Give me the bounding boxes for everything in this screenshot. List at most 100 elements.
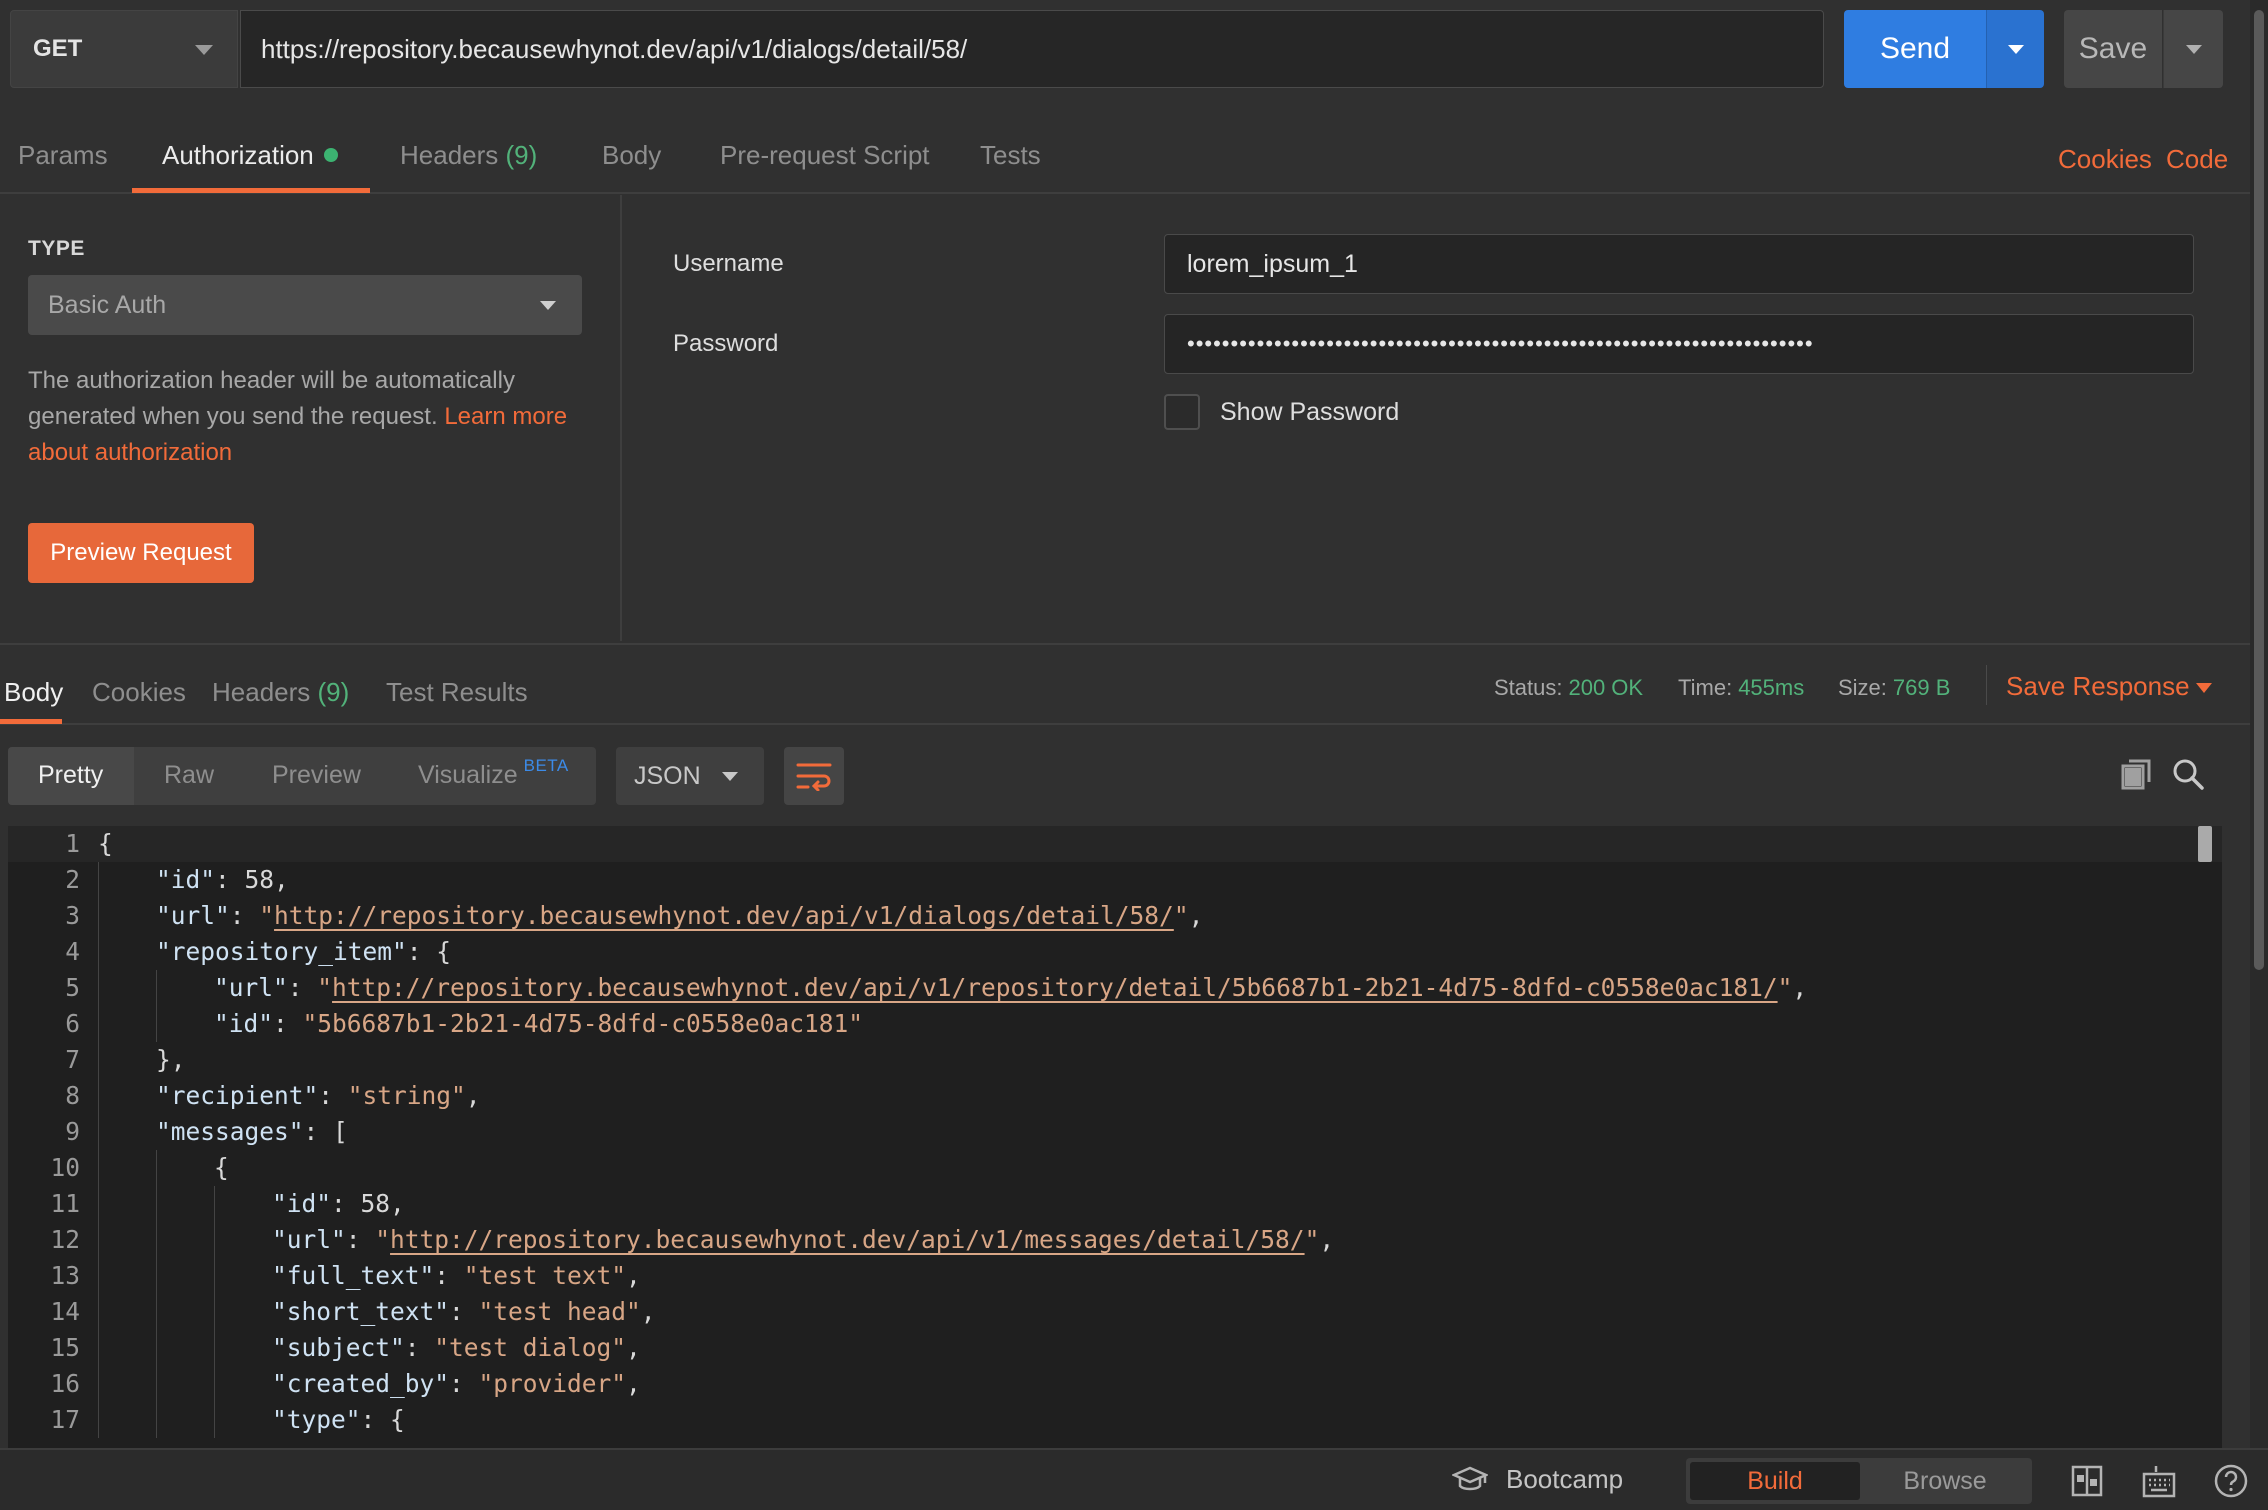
- json-punctuation: :: [287, 973, 318, 1002]
- json-punctuation: {: [98, 829, 113, 858]
- help-icon[interactable]: [2212, 1462, 2250, 1500]
- json-url-link[interactable]: http://repository.becausewhynot.dev/api/…: [274, 901, 1174, 930]
- indent-guide: [98, 898, 99, 934]
- tab-body[interactable]: Body: [602, 140, 661, 171]
- show-password-checkbox[interactable]: [1164, 394, 1200, 430]
- indent-guide: [214, 1330, 215, 1366]
- cookies-link[interactable]: Cookies: [2058, 144, 2152, 175]
- response-tab-body[interactable]: Body: [4, 677, 63, 708]
- tab-params[interactable]: Params: [18, 140, 108, 171]
- code-text: "recipient": "string",: [156, 1078, 481, 1114]
- save-options-button[interactable]: [2163, 10, 2223, 88]
- type-label: TYPE: [28, 237, 85, 260]
- indent-guide: [156, 1222, 157, 1258]
- editor-scrollbar-thumb[interactable]: [2198, 826, 2212, 862]
- indent-guide: [98, 1150, 99, 1186]
- build-mode-button[interactable]: Build: [1690, 1462, 1860, 1500]
- tab-prerequest-script[interactable]: Pre-request Script: [720, 140, 930, 171]
- code-line: 6 "id": "5b6687b1-2b21-4d75-8dfd-c0558e0a…: [8, 1006, 2222, 1042]
- line-number: 5: [65, 973, 80, 1002]
- indent-guide: [214, 1258, 215, 1294]
- tab-tests[interactable]: Tests: [980, 140, 1041, 171]
- copy-icon[interactable]: [2116, 754, 2156, 794]
- code-text: "subject": "test dialog",: [272, 1330, 641, 1366]
- send-options-button[interactable]: [1986, 10, 2044, 88]
- line-number: 11: [50, 1189, 80, 1218]
- username-input[interactable]: lorem_ipsum_1: [1164, 234, 2194, 294]
- window-scrollbar[interactable]: [2250, 0, 2268, 1448]
- indent-guide: [98, 1330, 99, 1366]
- wrap-lines-button[interactable]: [784, 747, 844, 805]
- browse-mode-button[interactable]: Browse: [1862, 1462, 2028, 1500]
- url-input[interactable]: https://repository.becausewhynot.dev/api…: [240, 10, 1824, 88]
- json-url-link[interactable]: http://repository.becausewhynot.dev/api/…: [332, 973, 1778, 1002]
- json-string: ": [1777, 973, 1793, 1002]
- auth-type-select[interactable]: Basic Auth: [28, 275, 582, 335]
- code-text: "url": "http://repository.becausewhynot.…: [214, 970, 1807, 1006]
- line-number: 17: [50, 1405, 80, 1434]
- save-response-button[interactable]: Save Response: [2006, 671, 2190, 702]
- request-url-bar: GET https://repository.becausewhynot.dev…: [0, 0, 2250, 110]
- view-raw-button[interactable]: Raw: [164, 761, 214, 790]
- send-button[interactable]: Send: [1844, 10, 1986, 88]
- json-key: "created_by": [272, 1369, 450, 1398]
- password-input[interactable]: ••••••••••••••••••••••••••••••••••••••••…: [1164, 314, 2194, 374]
- search-icon[interactable]: [2168, 754, 2208, 794]
- tab-tests-label: Tests: [980, 140, 1041, 170]
- wrap-lines-icon: [796, 763, 832, 791]
- code-line: 12 "url": "http://repository.becausewhyno…: [8, 1222, 2222, 1258]
- view-visualize-button[interactable]: Visualize BETA: [418, 756, 569, 790]
- graduation-cap-icon: [1452, 1466, 1488, 1490]
- response-tab-headers[interactable]: Headers (9): [212, 677, 349, 708]
- keyboard-shortcuts-icon[interactable]: [2140, 1462, 2178, 1500]
- active-tab-underline: [132, 188, 370, 193]
- code-text: {: [214, 1150, 229, 1186]
- indent-guide: [156, 970, 157, 1006]
- code-text: "id": "5b6687b1-2b21-4d75-8dfd-c0558e0ac…: [214, 1006, 863, 1042]
- format-select[interactable]: JSON: [616, 747, 764, 805]
- response-body-editor[interactable]: 1{2 "id": 58, 3 "url": "http://repository.b…: [8, 826, 2222, 1448]
- bootcamp-button[interactable]: Bootcamp: [1452, 1464, 1623, 1495]
- json-string: ": [259, 901, 275, 930]
- json-punctuation: :: [449, 1369, 479, 1398]
- code-text: "repository_item": {: [156, 934, 451, 970]
- response-active-tab-underline: [0, 719, 62, 724]
- json-punctuation: ,: [465, 1081, 481, 1110]
- view-pretty-button[interactable]: Pretty: [38, 761, 103, 790]
- json-punctuation: ,: [1319, 1225, 1335, 1254]
- json-key: "id": [214, 1009, 274, 1038]
- window-scrollbar-thumb[interactable]: [2254, 10, 2264, 970]
- tab-headers[interactable]: Headers (9): [400, 140, 537, 171]
- auth-type-panel: TYPE Basic Auth The authorization header…: [0, 195, 622, 641]
- preview-request-button[interactable]: Preview Request: [28, 523, 254, 583]
- json-url-link[interactable]: http://repository.becausewhynot.dev/api/…: [390, 1225, 1305, 1254]
- code-line: 2 "id": 58,: [8, 862, 2222, 898]
- status-label: Status:: [1494, 675, 1563, 700]
- response-tab-cookies[interactable]: Cookies: [92, 677, 186, 708]
- code-link[interactable]: Code: [2166, 144, 2228, 175]
- view-preview-button[interactable]: Preview: [272, 761, 361, 790]
- code-text: "type": {: [272, 1402, 405, 1438]
- indent-guide: [214, 1366, 215, 1402]
- time-label: Time:: [1678, 675, 1733, 700]
- show-password-label[interactable]: Show Password: [1220, 398, 1399, 427]
- indent-guide: [156, 1186, 157, 1222]
- size-stat: Size: 769 B: [1838, 675, 1950, 701]
- response-tab-test-results[interactable]: Test Results: [386, 677, 528, 708]
- chevron-down-icon: [540, 301, 556, 310]
- code-line: 11 "id": 58,: [8, 1186, 2222, 1222]
- two-pane-view-icon[interactable]: [2068, 1462, 2106, 1500]
- save-button[interactable]: Save: [2064, 10, 2162, 88]
- method-select[interactable]: GET: [10, 10, 238, 88]
- json-punctuation: :: [449, 1297, 479, 1326]
- code-line: 13 "full_text": "test text",: [8, 1258, 2222, 1294]
- chevron-down-icon[interactable]: [2196, 683, 2212, 693]
- json-punctuation: :: [434, 1261, 464, 1290]
- response-tabs-bar: Body Cookies Headers (9) Test Results St…: [0, 643, 2250, 725]
- tab-authorization[interactable]: Authorization: [162, 140, 338, 171]
- json-string: "test head": [478, 1297, 641, 1326]
- code-text: "url": "http://repository.becausewhynot.…: [156, 898, 1203, 934]
- indent-guide: [214, 1294, 215, 1330]
- json-punctuation: {: [214, 1153, 229, 1182]
- code-text: "id": 58,: [272, 1186, 405, 1222]
